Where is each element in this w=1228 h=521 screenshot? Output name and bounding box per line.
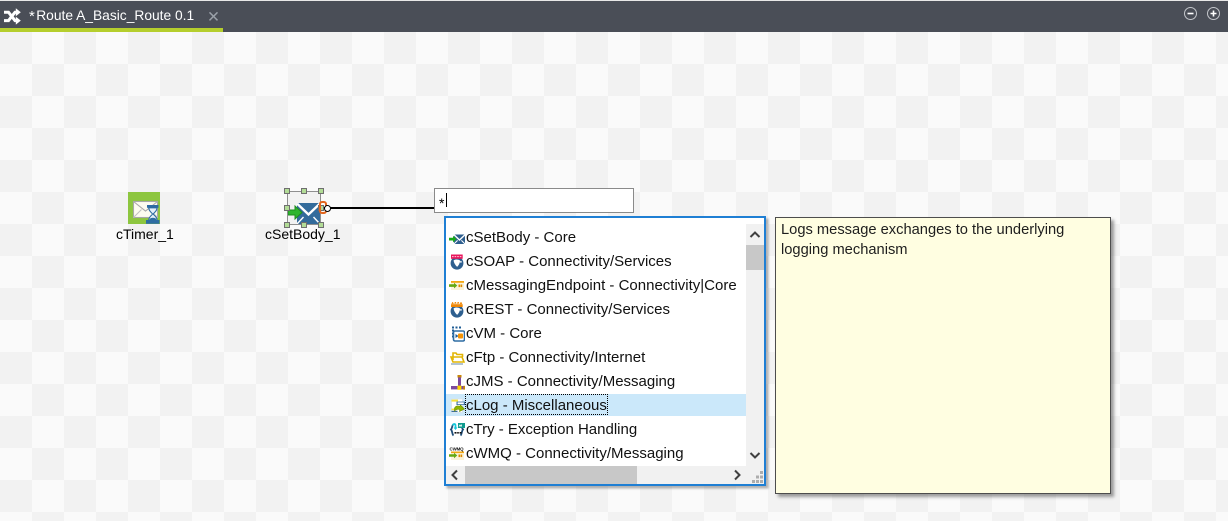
svg-text:CWMQ: CWMQ [450,446,465,451]
